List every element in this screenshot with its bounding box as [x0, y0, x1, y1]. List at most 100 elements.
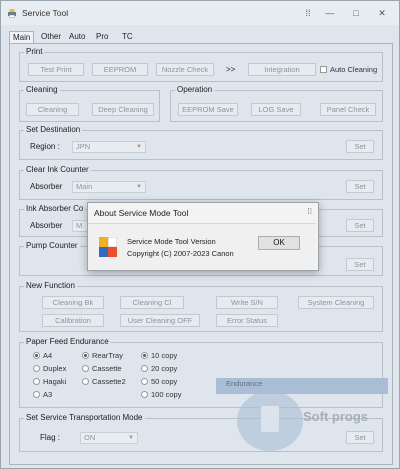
operation-group: Operation EEPROM Save LOG Save Panel Che… [170, 85, 383, 122]
tab-other[interactable]: Other [38, 31, 64, 43]
radio-10-copy-label: 10 copy [151, 351, 178, 360]
watermark-text: Soft progs [303, 409, 368, 424]
radio-a3-label: A3 [43, 390, 53, 399]
chevron-down-icon: ▼ [128, 435, 134, 441]
document-icon [261, 406, 279, 432]
window-title: Service Tool [22, 8, 69, 18]
ok-button[interactable]: OK [258, 236, 300, 250]
dialog-body: Service Mode Tool Version Copyright (C) … [88, 223, 316, 270]
app-logo-icon [99, 237, 117, 257]
maximize-button[interactable]: □ [345, 5, 367, 21]
new-function-group: New Function Cleaning Bk Cleaning Cl Wri… [19, 281, 383, 332]
auto-cleaning-label: Auto Cleaning [330, 65, 378, 74]
flag-select-value: ON [84, 433, 96, 442]
title-bar: Service Tool ⁞⁞ — □ ✕ [1, 1, 399, 25]
nozzle-check-button[interactable]: Nozzle Check [156, 63, 214, 76]
radio-hagaki-label: Hagaki [43, 377, 67, 386]
absorber-select[interactable]: Main ▼ [72, 181, 146, 193]
radio-20-copy-label: 20 copy [151, 364, 178, 373]
radio-a3[interactable] [33, 391, 40, 398]
chevron-down-icon: ▼ [136, 184, 142, 190]
panel-check-button[interactable]: Panel Check [320, 103, 376, 116]
absorber-select-2-value: M [76, 221, 83, 230]
print-group: Print Test Print EEPROM Nozzle Check >> … [19, 47, 383, 82]
radio-10-copy[interactable] [141, 352, 148, 359]
radio-duplex[interactable] [33, 365, 40, 372]
set-destination-label: Set Destination [24, 125, 83, 134]
absorber-select-value: Main [76, 182, 93, 191]
paper-feed-endurance-group: Paper Feed Endurance A4 Duplex Hagaki A3… [19, 337, 383, 408]
error-status-button[interactable]: Error Status [216, 314, 278, 327]
absorber-label-2: Absorber [30, 221, 63, 230]
radio-cassette[interactable] [82, 365, 89, 372]
absorber-label: Absorber [30, 182, 63, 191]
cleaning-button[interactable]: Cleaning [26, 103, 79, 116]
cleaning-cl-button[interactable]: Cleaning Cl [120, 296, 184, 309]
region-select-value: JPN [76, 142, 91, 151]
about-dialog: About Service Mode Tool ⁞⁞ Service Mode … [87, 202, 319, 271]
endurance-label: Endurance [226, 379, 263, 388]
grip-icon: ⁞⁞ [305, 8, 311, 18]
test-print-button[interactable]: Test Print [28, 63, 84, 76]
clear-ink-set-button[interactable]: Set [346, 180, 374, 193]
integration-arrow: >> [226, 65, 236, 74]
ink-absorber-set-button[interactable]: Set [346, 219, 374, 232]
radio-a4[interactable] [33, 352, 40, 359]
write-sn-button[interactable]: Write S/N [216, 296, 278, 309]
cleaning-group-label: Cleaning [24, 85, 60, 94]
integration-button[interactable]: Integration [248, 63, 316, 76]
tab-auto[interactable]: Auto [66, 31, 88, 43]
new-function-label: New Function [24, 281, 77, 290]
eeprom-button[interactable]: EEPROM [92, 63, 148, 76]
transport-mode-label: Set Service Transportation Mode [24, 413, 145, 422]
clear-ink-counter-group: Clear Ink Counter Absorber Main ▼ Set [19, 165, 383, 200]
minimize-button[interactable]: — [319, 5, 341, 21]
service-tool-window: Service Tool ⁞⁞ — □ ✕ Main Other Auto Pr… [0, 0, 400, 469]
eeprom-save-button[interactable]: EEPROM Save [178, 103, 238, 116]
system-cleaning-button[interactable]: System Cleaning [298, 296, 374, 309]
printer-icon [8, 9, 16, 18]
calibration-button[interactable]: Calibration [42, 314, 104, 327]
transport-set-button[interactable]: Set [346, 431, 374, 444]
pump-counter-label: Pump Counter [24, 241, 80, 250]
set-destination-group: Set Destination Region : JPN ▼ Set [19, 125, 383, 160]
user-cleaning-off-button[interactable]: User Cleaning OFF [120, 314, 200, 327]
radio-50-copy-label: 50 copy [151, 377, 178, 386]
ink-absorber-counter-label: Ink Absorber Co [24, 204, 86, 213]
radio-reartray-label: RearTray [92, 351, 123, 360]
tab-tc[interactable]: TC [119, 31, 136, 43]
radio-duplex-label: Duplex [43, 364, 67, 373]
print-group-label: Print [24, 47, 45, 56]
dialog-grip-icon: ⁞⁞ [307, 207, 312, 216]
radio-cassette2[interactable] [82, 378, 89, 385]
region-select[interactable]: JPN ▼ [72, 141, 146, 153]
flag-select[interactable]: ON ▼ [80, 432, 138, 444]
chevron-down-icon: ▼ [136, 144, 142, 150]
cleaning-bk-button[interactable]: Cleaning Bk [42, 296, 104, 309]
region-label: Region : [30, 142, 60, 151]
radio-cassette2-label: Cassette2 [92, 377, 126, 386]
auto-cleaning-checkbox[interactable] [320, 66, 327, 73]
cleaning-group: Cleaning Cleaning Deep Cleaning [19, 85, 160, 122]
log-save-button[interactable]: LOG Save [251, 103, 301, 116]
close-button[interactable]: ✕ [371, 5, 393, 21]
deep-cleaning-button[interactable]: Deep Cleaning [92, 103, 154, 116]
operation-group-label: Operation [175, 85, 215, 94]
dialog-copyright-text: Copyright (C) 2007-2023 Canon [127, 249, 234, 258]
radio-cassette-label: Cassette [92, 364, 122, 373]
tab-pro[interactable]: Pro [93, 31, 111, 43]
radio-hagaki[interactable] [33, 378, 40, 385]
radio-20-copy[interactable] [141, 365, 148, 372]
radio-reartray[interactable] [82, 352, 89, 359]
dialog-title: About Service Mode Tool [94, 208, 189, 218]
dialog-version-text: Service Mode Tool Version [127, 237, 216, 246]
radio-100-copy[interactable] [141, 391, 148, 398]
radio-a4-label: A4 [43, 351, 53, 360]
pump-counter-set-button[interactable]: Set [346, 258, 374, 271]
clear-ink-counter-label: Clear Ink Counter [24, 165, 91, 174]
paper-feed-endurance-label: Paper Feed Endurance [24, 337, 111, 346]
region-set-button[interactable]: Set [346, 140, 374, 153]
radio-100-copy-label: 100 copy [151, 390, 182, 399]
flag-label: Flag : [40, 433, 61, 442]
radio-50-copy[interactable] [141, 378, 148, 385]
